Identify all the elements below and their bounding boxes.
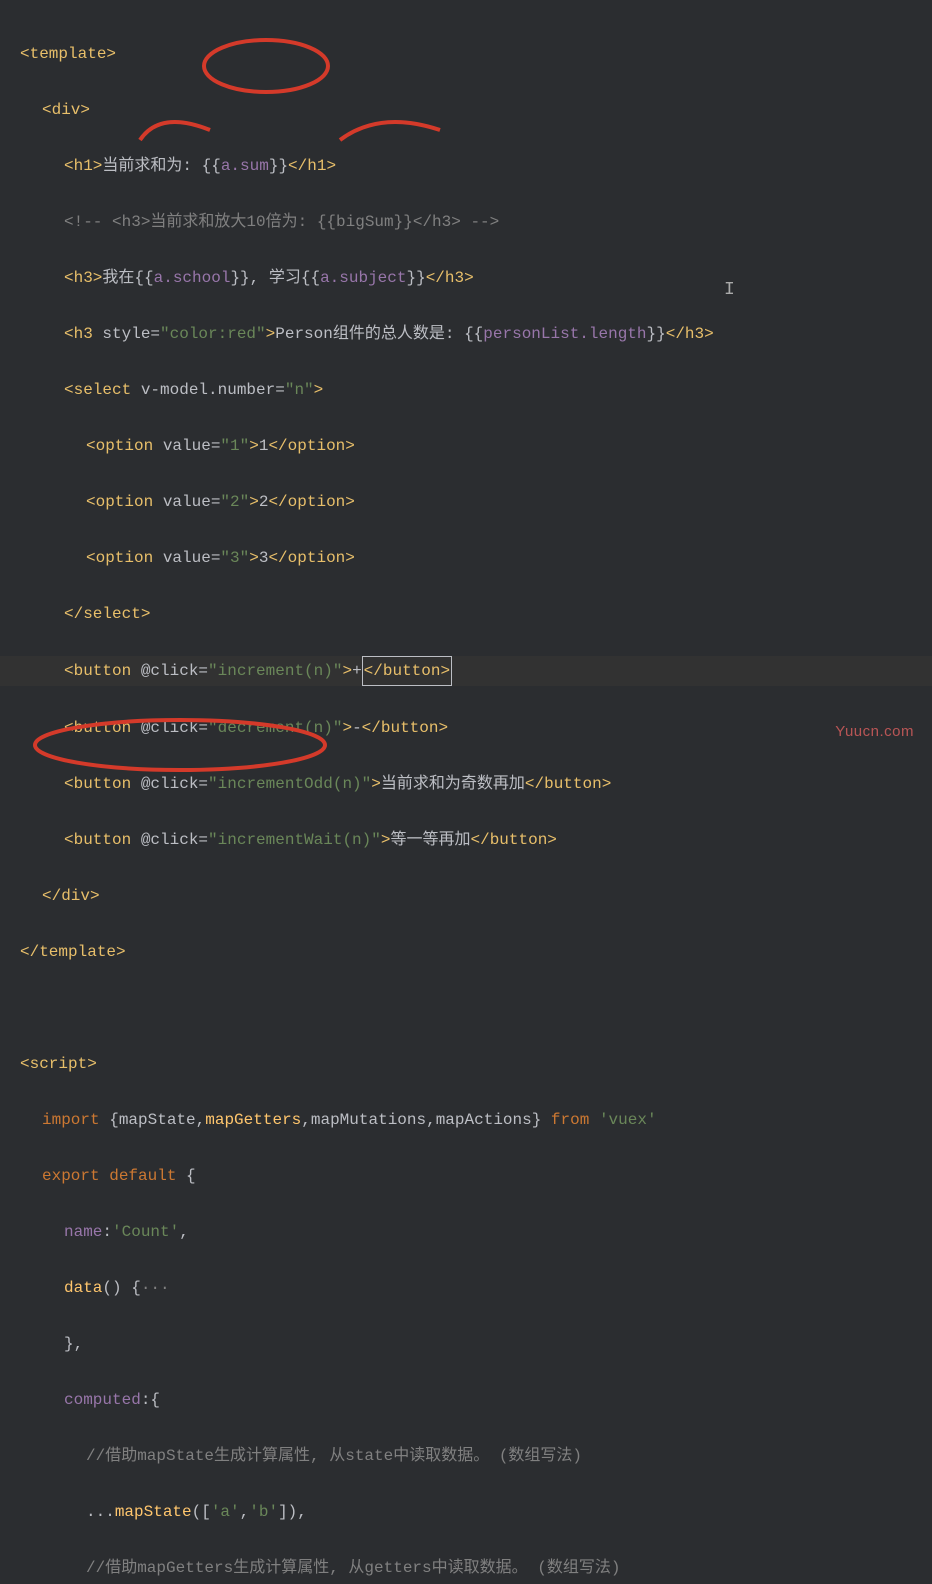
tag-h3-style-open: <h3 [64, 325, 102, 343]
val-click4: "incrementWait(n)" [208, 831, 381, 849]
kw-export: export [42, 1167, 109, 1185]
val-click2: "decrement(n)" [208, 719, 342, 737]
text-school-1: 我在 [102, 269, 134, 287]
str-b: 'b' [249, 1503, 278, 1521]
tag-select-close: </select> [64, 605, 150, 623]
fn-data: data [64, 1279, 102, 1297]
str-vuex: 'vuex' [599, 1111, 657, 1129]
tag-h3-open: <h3> [64, 269, 102, 287]
tag-option1-open: <option [86, 437, 163, 455]
text-person-count: Person组件的总人数是: [275, 325, 464, 343]
interp-school: {{a.school}} [134, 269, 249, 287]
import-mapmutations: mapMutations [311, 1111, 426, 1129]
tag-select-close-bracket: > [314, 381, 324, 399]
import-mapactions: mapActions [436, 1111, 532, 1129]
text-cursor-icon: I [724, 276, 735, 304]
tag-close-bracket: > [266, 325, 276, 343]
op-spread: ... [86, 1503, 115, 1521]
tag-option1-close: </option> [268, 437, 354, 455]
str-count: 'Count' [112, 1223, 179, 1241]
code-block: <template> <div> <h1>当前求和为: {{a.sum}}</h… [0, 0, 932, 1584]
watermark-text: Yuucn.com [835, 718, 914, 746]
tag-button4-open: <button [64, 831, 141, 849]
tag-button2-open: <button [64, 719, 141, 737]
tag-h1-open: <h1> [64, 157, 102, 175]
brace-close: }, [64, 1335, 83, 1353]
prop-name: name [64, 1223, 102, 1241]
kw-from: from [541, 1111, 599, 1129]
tag-option2-close: </option> [268, 493, 354, 511]
val-value2: "2" [220, 493, 249, 511]
kw-import: import [42, 1111, 109, 1129]
text-opt3: 3 [259, 549, 269, 567]
tag-script-open: <script> [20, 1055, 97, 1073]
attr-click3: @click= [141, 775, 208, 793]
attr-value1: value= [163, 437, 221, 455]
tag-option3-close: </option> [268, 549, 354, 567]
kw-default: default [109, 1167, 186, 1185]
attr-click4: @click= [141, 831, 208, 849]
interp-subject: {{a.subject}} [301, 269, 426, 287]
comment-mapgetters: //借助mapGetters生成计算属性, 从getters中读取数据。 (数组… [86, 1559, 620, 1577]
interp-personlist: {{personList.length}} [464, 325, 666, 343]
attr-value3: value= [163, 549, 221, 567]
text-minus: - [352, 719, 362, 737]
text-sum-label: 当前求和为: [102, 157, 201, 175]
tag-h1-close: </h1> [288, 157, 336, 175]
attr-style: style= [102, 325, 160, 343]
tag-template-open: <template> [20, 45, 116, 63]
str-a: 'a' [211, 1503, 240, 1521]
text-opt2: 2 [259, 493, 269, 511]
tag-button1-open: <button [64, 662, 141, 680]
tag-template-close: </template> [20, 943, 126, 961]
tag-button4-close: </button> [470, 831, 556, 849]
text-wait: 等一等再加 [390, 831, 470, 849]
tag-div-open: <div> [42, 101, 90, 119]
text-plus: + [352, 662, 362, 680]
import-mapstate: mapState [119, 1111, 196, 1129]
tag-button2-close: </button> [362, 719, 448, 737]
tag-option3-open: <option [86, 549, 163, 567]
tag-option2-open: <option [86, 493, 163, 511]
tag-button3-close: </button> [525, 775, 611, 793]
fold-dots-icon[interactable]: ··· [141, 1279, 170, 1297]
val-style: "color:red" [160, 325, 266, 343]
val-value1: "1" [220, 437, 249, 455]
val-click3: "incrementOdd(n)" [208, 775, 371, 793]
tag-div-close: </div> [42, 887, 100, 905]
tag-button3-open: <button [64, 775, 141, 793]
tag-h3-close: </h3> [426, 269, 474, 287]
val-vmodel: "n" [285, 381, 314, 399]
prop-computed: computed [64, 1391, 141, 1409]
import-mapgetters: mapGetters [205, 1111, 301, 1129]
interp-a-sum: {{a.sum}} [202, 157, 288, 175]
text-opt1: 1 [259, 437, 269, 455]
text-school-2: , 学习 [250, 269, 301, 287]
tag-h3-close2: </h3> [666, 325, 714, 343]
tag-button1-close: </button> [362, 656, 452, 686]
attr-vmodel: v-model.number= [141, 381, 285, 399]
comment-mapstate: //借助mapState生成计算属性, 从state中读取数据。 (数组写法) [86, 1447, 582, 1465]
attr-click2: @click= [141, 719, 208, 737]
tag-select-open: <select [64, 381, 141, 399]
attr-value2: value= [163, 493, 221, 511]
comment-bigsum: <!-- <h3>当前求和放大10倍为: {{bigSum}}</h3> --> [64, 213, 499, 231]
val-click1: "increment(n)" [208, 662, 342, 680]
text-odd: 当前求和为奇数再加 [381, 775, 525, 793]
attr-click1: @click= [141, 662, 208, 680]
val-value3: "3" [220, 549, 249, 567]
fn-mapstate: mapState [115, 1503, 192, 1521]
